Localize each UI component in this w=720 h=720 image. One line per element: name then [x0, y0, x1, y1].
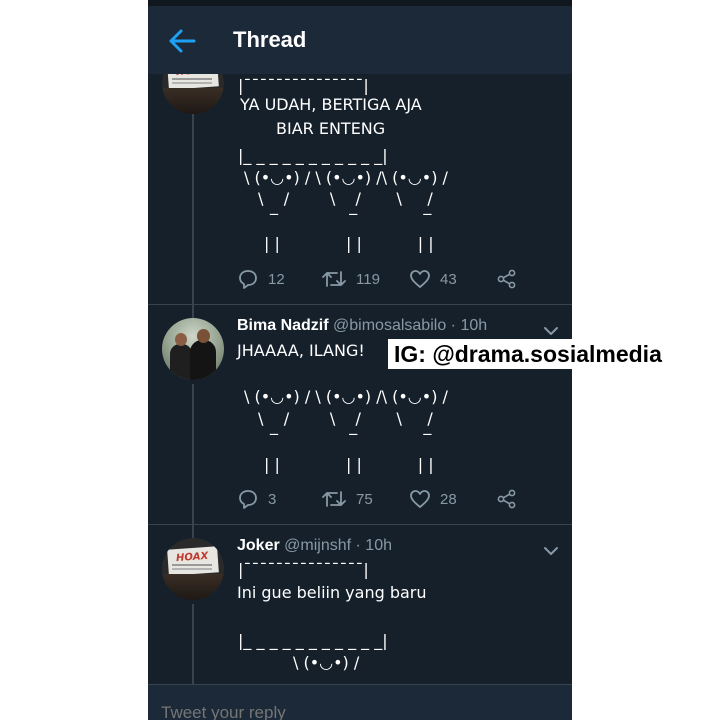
tweet-body-line: \ / \ / \ /: [258, 189, 433, 208]
display-name[interactable]: Joker: [237, 537, 280, 554]
avatar[interactable]: [162, 318, 224, 380]
reply-bar: [148, 684, 572, 720]
tweet-body-line: | | | | | |: [264, 234, 434, 253]
tweet-actions: 3 75 28: [238, 488, 538, 510]
tweet-body-line: \ (•◡•) / \ (•◡•) /\ (•◡•) /: [244, 387, 448, 406]
display-name[interactable]: Bima Nadzif: [237, 317, 329, 334]
reply-input[interactable]: [161, 703, 461, 720]
tweet-body-line: \ (•◡•) /: [293, 653, 360, 672]
user-handle[interactable]: @mijnshf: [284, 537, 351, 554]
thread-connector: [192, 604, 194, 684]
tweet-divider: [148, 304, 572, 305]
tweet-body-line: JHAAAA, ILANG!: [237, 341, 365, 360]
tweet-actions: 12 119 43: [238, 268, 538, 290]
tweet-time: · 10h: [355, 537, 392, 554]
retweet-button[interactable]: 75: [322, 488, 373, 510]
avatar[interactable]: HOAX: [162, 74, 224, 114]
reply-icon: [239, 490, 257, 509]
reply-button[interactable]: 12: [238, 268, 285, 290]
share-button[interactable]: [497, 268, 517, 290]
tweet-body-line: ‾ ‾ ‾: [270, 211, 432, 230]
thread-header: Thread: [148, 6, 572, 74]
tweet-body-line: |¯¯¯¯¯¯¯¯¯¯¯¯¯¯¯|: [238, 560, 369, 579]
hoax-logo: HOAX: [175, 550, 209, 565]
tweet-body-line: BIAR ENTENG: [276, 119, 386, 138]
chevron-down-icon[interactable]: [544, 543, 558, 555]
retweet-count: 75: [356, 490, 373, 508]
heart-icon: [410, 270, 430, 288]
tweet-body-line: ‾ ‾ ‾: [270, 431, 432, 450]
tweet-body-line: |¯¯¯¯¯¯¯¯¯¯¯¯¯¯¯|: [238, 76, 369, 95]
share-icon: [497, 489, 516, 509]
reply-button[interactable]: 3: [238, 488, 276, 510]
tweet-body-line: Ini gue beliin yang baru: [237, 583, 427, 602]
share-button[interactable]: [497, 488, 517, 510]
heart-icon: [410, 490, 430, 508]
reply-count: 12: [268, 270, 285, 288]
avatar[interactable]: HOAX: [162, 538, 224, 600]
like-count: 28: [440, 490, 457, 508]
tweet-time: · 10h: [450, 317, 488, 334]
reply-icon: [239, 270, 257, 289]
reply-count: 3: [268, 490, 277, 508]
share-icon: [497, 269, 516, 289]
tweet-header: Joker @mijnshf · 10h: [237, 537, 392, 555]
retweet-button[interactable]: 119: [322, 268, 380, 290]
tweet-body-line: | | | | | |: [264, 455, 434, 474]
thread-connector: [192, 114, 194, 319]
thread-feed[interactable]: HOAX |¯¯¯¯¯¯¯¯¯¯¯¯¯¯¯| YA UDAH, BERTIGA …: [148, 74, 572, 684]
user-handle[interactable]: @bimosalsabilo: [333, 317, 446, 334]
back-arrow-icon[interactable]: [168, 28, 196, 54]
like-button[interactable]: 28: [410, 488, 457, 510]
tweet-body-line: YA UDAH, BERTIGA AJA: [240, 95, 422, 114]
like-count: 43: [440, 270, 457, 288]
tweet-body-line: |_ _ _ _ _ _ _ _ _ _ _|: [238, 146, 388, 165]
tweet-body-line: |_ _ _ _ _ _ _ _ _ _ _|: [238, 631, 388, 650]
tweet-body-line: \ / \ / \ /: [258, 409, 433, 428]
chevron-down-icon[interactable]: [544, 323, 558, 335]
watermark-overlay: IG: @drama.sosialmedia: [388, 339, 700, 369]
tweet-header: Bima Nadzif @bimosalsabilo · 10h: [237, 317, 487, 335]
tweet-body-line: \ (•◡•) / \ (•◡•) /\ (•◡•) /: [244, 168, 448, 187]
retweet-icon: [322, 271, 346, 287]
retweet-count: 119: [356, 270, 380, 288]
page-title: Thread: [233, 27, 307, 52]
tweet-divider: [148, 524, 572, 525]
retweet-icon: [322, 491, 346, 507]
like-button[interactable]: 43: [410, 268, 457, 290]
thread-connector: [192, 384, 194, 539]
